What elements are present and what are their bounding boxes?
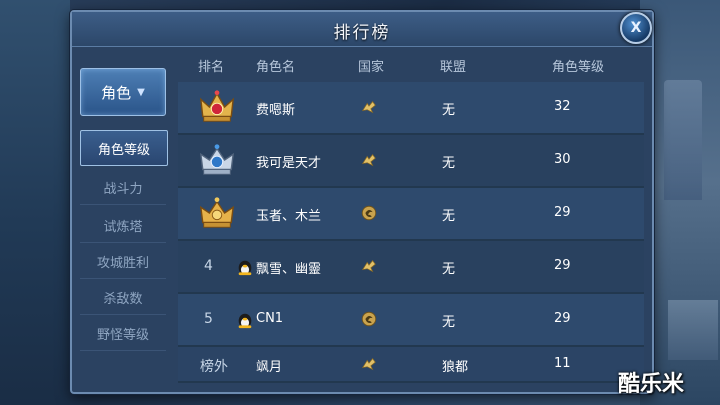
red-crown-icon — [199, 90, 235, 122]
dragon-emblem-icon — [361, 311, 377, 327]
dropdown-caret-icon: ▼ — [137, 86, 145, 98]
close-icon: X — [630, 20, 642, 36]
role-level: 11 — [554, 356, 571, 371]
nav-item-kills[interactable]: 杀敌数 — [80, 280, 166, 315]
header-nation: 国家 — [358, 60, 385, 75]
alliance-name: 无 — [442, 209, 456, 224]
category-nav: 角色 ▼ 角色等级 战斗力 试炼塔 攻城胜利 杀敌数 野怪等级 — [80, 68, 168, 351]
penguin-avatar-icon — [238, 260, 252, 276]
close-button[interactable]: X — [620, 12, 652, 44]
header-alliance: 联盟 — [440, 60, 467, 75]
alliance-name: 无 — [442, 156, 456, 171]
nav-item-combat-power[interactable]: 战斗力 — [80, 170, 166, 205]
category-dropdown[interactable]: 角色 ▼ — [80, 68, 166, 116]
role-level: 29 — [554, 205, 571, 220]
rank-number: 5 — [204, 311, 213, 327]
player-name: 我可是天才 — [256, 156, 322, 171]
nav-item-trial-tower[interactable]: 试炼塔 — [80, 208, 166, 243]
table-row[interactable]: 玉者、木兰 无 29 — [178, 188, 644, 241]
role-level: 30 — [554, 152, 571, 167]
rank-number: 4 — [204, 258, 213, 274]
dragon-emblem-icon — [361, 205, 377, 221]
alliance-name: 无 — [442, 262, 456, 277]
my-rank-row: 榜外 飒月 狼都 11 — [178, 347, 644, 383]
alliance-name: 狼都 — [442, 360, 469, 375]
header-rank: 排名 — [198, 60, 225, 75]
alliance-name: 无 — [442, 103, 456, 118]
header-level: 角色等级 — [552, 60, 605, 75]
alliance-name: 无 — [442, 315, 456, 330]
role-level: 29 — [554, 258, 571, 273]
title-bar: 排行榜 — [72, 12, 652, 47]
rank-number: 榜外 — [200, 359, 228, 375]
penguin-avatar-icon — [238, 313, 252, 329]
player-name: CN1 — [256, 311, 284, 326]
nav-item-siege-wins[interactable]: 攻城胜利 — [80, 244, 166, 279]
player-name: 玉者、木兰 — [256, 209, 322, 224]
background-tower — [664, 80, 702, 200]
watermark: 酷乐米 — [618, 372, 685, 397]
nav-item-role-level[interactable]: 角色等级 — [80, 130, 168, 166]
table-row[interactable]: 4 飘雪、幽靈 无 29 — [178, 241, 644, 294]
bird-flag-icon — [361, 101, 376, 114]
background-left — [0, 0, 70, 405]
gold-crown-icon — [199, 197, 235, 228]
bird-flag-icon — [361, 358, 376, 371]
player-name: 飒月 — [256, 360, 283, 375]
category-dropdown-label: 角色 — [101, 83, 132, 102]
table-header: 排名 角色名 国家 联盟 角色等级 — [178, 50, 644, 78]
player-name: 飘雪、幽靈 — [256, 262, 322, 277]
bird-flag-icon — [361, 154, 376, 167]
background-building — [668, 300, 718, 360]
role-level: 32 — [554, 99, 571, 114]
header-name: 角色名 — [256, 60, 296, 75]
blue-crown-icon — [199, 144, 235, 175]
table-row[interactable]: 费嗯斯 无 32 — [178, 82, 644, 135]
table-row[interactable]: 5 CN1 无 29 — [178, 294, 644, 347]
player-name: 费嗯斯 — [256, 103, 296, 118]
role-level: 29 — [554, 311, 571, 326]
leaderboard-panel: 排行榜 角色 ▼ 角色等级 战斗力 试炼塔 攻城胜利 杀敌数 野怪等级 排名 角… — [70, 10, 654, 394]
table-row[interactable]: 我可是天才 无 30 — [178, 135, 644, 188]
panel-title: 排行榜 — [333, 23, 391, 43]
nav-item-monster-level[interactable]: 野怪等级 — [80, 316, 166, 351]
bird-flag-icon — [361, 260, 376, 273]
